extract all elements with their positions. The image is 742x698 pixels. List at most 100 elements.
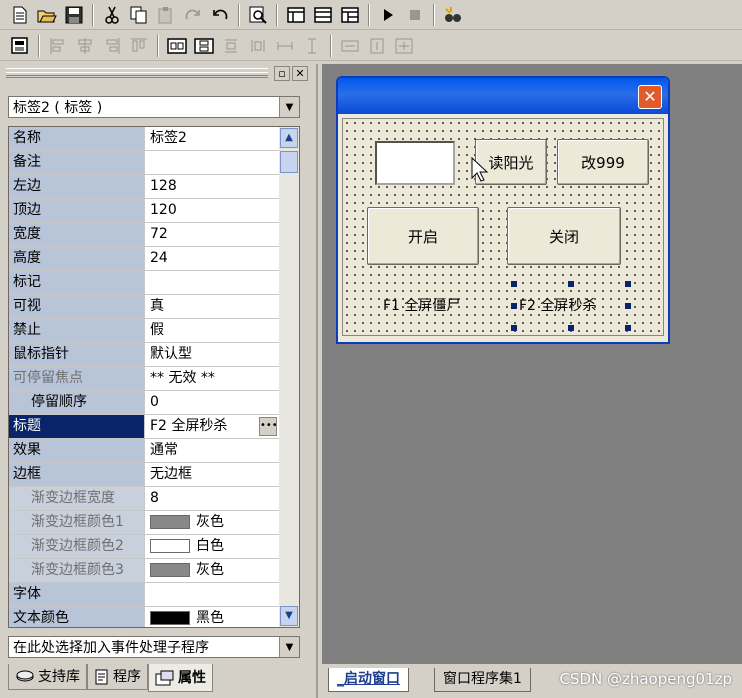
text-input[interactable] (375, 141, 455, 185)
expand-both-icon[interactable] (392, 34, 416, 58)
copy-icon[interactable] (127, 3, 151, 27)
space-h-icon[interactable] (165, 34, 189, 58)
property-row[interactable]: 效果 通常 (9, 439, 279, 463)
label-f1[interactable]: F1 全屏僵尸 (383, 295, 460, 315)
layout-a-icon[interactable] (284, 3, 308, 27)
resize-handle[interactable] (625, 281, 631, 287)
tab-startup-window[interactable]: _启动窗口 (328, 668, 409, 692)
property-row[interactable]: 禁止假 (9, 319, 279, 343)
form-window[interactable]: ✕ 读阳光 改999 开启 关闭 F1 全屏僵尸 F2 全屏秒杀 (336, 76, 670, 344)
property-value[interactable]: 8 (145, 487, 279, 510)
form-title-bar[interactable]: ✕ (338, 78, 668, 114)
align-top-icon[interactable] (127, 34, 151, 58)
stop-icon[interactable] (403, 3, 427, 27)
panel-close-button[interactable]: ✕ (292, 66, 308, 81)
property-value[interactable]: 标签2 (145, 127, 279, 150)
tab-properties[interactable]: 属性 (148, 664, 213, 692)
new-file-icon[interactable] (8, 3, 32, 27)
property-value[interactable]: 黑色 (145, 607, 279, 627)
start-button[interactable]: 开启 (367, 207, 479, 265)
resize-handle[interactable] (625, 303, 631, 309)
layout-c-icon[interactable] (338, 3, 362, 27)
property-value[interactable] (145, 151, 279, 174)
property-row[interactable]: 名称 标签2 (9, 127, 279, 151)
property-value[interactable]: 128 (145, 175, 279, 198)
chevron-down-icon[interactable]: ▼ (279, 637, 299, 657)
property-row[interactable]: 渐变边框宽度 8 (9, 487, 279, 511)
property-value[interactable]: 无边框 (145, 463, 279, 486)
property-value[interactable]: 72 (145, 223, 279, 246)
cut-icon[interactable] (100, 3, 124, 27)
tab-program[interactable]: 程序 (87, 664, 148, 690)
event-selector[interactable]: 在此处选择加入事件处理子程序 ▼ (8, 636, 300, 658)
open-folder-icon[interactable] (35, 3, 59, 27)
chevron-down-icon[interactable]: ▼ (279, 97, 299, 117)
property-row[interactable]: 顶边 120 (9, 199, 279, 223)
property-value[interactable]: ** 无效 ** (145, 367, 279, 390)
property-value[interactable]: 24 (145, 247, 279, 270)
property-row[interactable]: 文本颜色 黑色 (9, 607, 279, 627)
layout-b-icon[interactable] (311, 3, 335, 27)
property-row[interactable]: 可视真 (9, 295, 279, 319)
redo-icon[interactable] (181, 3, 205, 27)
center-v-icon[interactable] (246, 34, 270, 58)
panel-grip[interactable] (6, 68, 268, 78)
resize-handle[interactable] (511, 325, 517, 331)
tab-window-assembly[interactable]: 窗口程序集1 (434, 668, 531, 692)
expand-v-icon[interactable] (365, 34, 389, 58)
property-value[interactable] (145, 583, 279, 606)
size-w-icon[interactable] (273, 34, 297, 58)
align-center-icon[interactable] (73, 34, 97, 58)
resize-handle[interactable] (511, 281, 517, 287)
property-value[interactable]: 默认型 (145, 343, 279, 366)
undo-icon[interactable] (208, 3, 232, 27)
space-v-icon[interactable] (192, 34, 216, 58)
center-h-icon[interactable] (219, 34, 243, 58)
property-row[interactable]: 边框 无边框 (9, 463, 279, 487)
run-icon[interactable] (376, 3, 400, 27)
align-left-icon[interactable] (46, 34, 70, 58)
scroll-thumb[interactable] (280, 151, 298, 173)
tab-support-library[interactable]: 支持库 (8, 664, 87, 690)
property-row[interactable]: 鼠标指针 默认型 (9, 343, 279, 367)
property-row[interactable]: 渐变边框颜色3 灰色 (9, 559, 279, 583)
paste-icon[interactable] (154, 3, 178, 27)
property-row[interactable]: 备注 (9, 151, 279, 175)
scroll-up-icon[interactable]: ▲ (280, 128, 298, 148)
property-value[interactable]: 白色 (145, 535, 279, 558)
resize-handle[interactable] (568, 325, 574, 331)
property-row[interactable]: 可停留焦点 ** 无效 ** (9, 367, 279, 391)
form-client-area[interactable]: 读阳光 改999 开启 关闭 F1 全屏僵尸 F2 全屏秒杀 (342, 118, 664, 336)
property-row[interactable]: 标题 F2 全屏秒杀 ••• (9, 415, 279, 439)
close-icon[interactable]: ✕ (638, 85, 662, 109)
debug-icon[interactable] (441, 3, 465, 27)
label-f2[interactable]: F2 全屏秒杀 (519, 295, 596, 315)
align-right-icon[interactable] (100, 34, 124, 58)
ellipsis-button[interactable]: ••• (259, 417, 278, 436)
resize-handle[interactable] (511, 303, 517, 309)
property-row[interactable]: 字体 (9, 583, 279, 607)
property-value[interactable]: 120 (145, 199, 279, 222)
property-value[interactable]: 假 (145, 319, 279, 342)
close-button[interactable]: 关闭 (507, 207, 621, 265)
panel-restore-button[interactable]: ▫ (274, 66, 290, 81)
property-value[interactable]: 真 (145, 295, 279, 318)
property-row[interactable]: 标记 (9, 271, 279, 295)
scroll-down-icon[interactable]: ▼ (280, 606, 298, 626)
resize-handle[interactable] (568, 281, 574, 287)
property-row[interactable]: 左边 128 (9, 175, 279, 199)
property-value[interactable] (145, 271, 279, 294)
property-row[interactable]: 宽度 72 (9, 223, 279, 247)
property-value[interactable]: F2 全屏秒杀 ••• (145, 415, 279, 438)
property-value[interactable]: 0 (145, 391, 279, 414)
property-row[interactable]: 停留顺序 0 (9, 391, 279, 415)
resize-handle[interactable] (625, 325, 631, 331)
find-icon[interactable] (246, 3, 270, 27)
align-grid-icon[interactable] (8, 34, 32, 58)
size-h-icon[interactable] (300, 34, 324, 58)
property-row[interactable]: 渐变边框颜色2 白色 (9, 535, 279, 559)
property-value[interactable]: 通常 (145, 439, 279, 462)
change-999-button[interactable]: 改999 (557, 139, 649, 185)
object-selector[interactable]: 标签2 ( 标签 ) ▼ (8, 96, 300, 118)
property-scrollbar[interactable]: ▲ ▼ (279, 127, 299, 627)
